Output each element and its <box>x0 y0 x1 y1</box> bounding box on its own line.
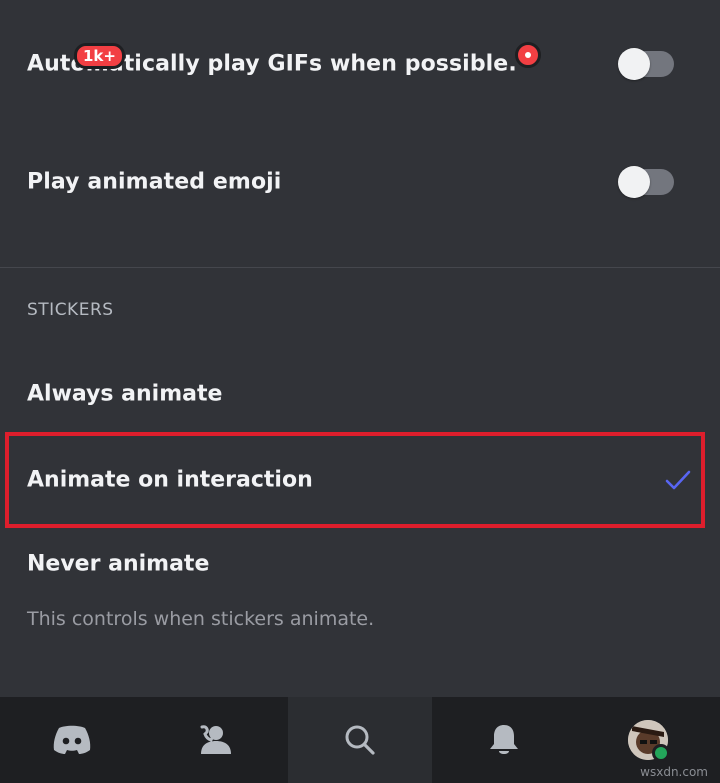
option-label: Animate on interaction <box>27 467 313 493</box>
discord-home-icon <box>53 725 91 754</box>
option-always-animate[interactable]: Always animate <box>0 354 720 434</box>
checkmark-icon <box>665 470 691 490</box>
option-label: Always animate <box>27 381 223 407</box>
watermark-text: wsxdn.com <box>640 765 708 779</box>
notifications-bell-icon <box>490 725 518 754</box>
animated-emoji-label: Play animated emoji <box>27 169 282 195</box>
nav-notifications[interactable] <box>432 697 576 783</box>
gifs-autoplay-toggle[interactable] <box>618 48 674 80</box>
stickers-section-header: STICKERS <box>27 300 114 320</box>
nav-search[interactable] <box>288 697 432 783</box>
animated-emoji-row[interactable]: Play animated emoji <box>0 123 720 241</box>
stickers-helper-text: This controls when stickers animate. <box>27 608 375 630</box>
mentions-badge: 1k+ <box>74 43 125 69</box>
search-icon <box>345 725 375 755</box>
notification-badge-dot <box>515 42 541 68</box>
section-divider <box>0 267 720 268</box>
option-label: Never animate <box>27 551 210 577</box>
friends-icon <box>200 725 231 754</box>
bottom-navbar <box>0 697 720 783</box>
animated-emoji-toggle[interactable] <box>618 166 674 198</box>
nav-friends[interactable] <box>144 697 288 783</box>
nav-home[interactable] <box>0 697 144 783</box>
toggle-knob <box>618 48 650 80</box>
toggle-knob <box>618 166 650 198</box>
option-animate-on-interaction[interactable]: Animate on interaction <box>0 440 720 520</box>
online-status-dot <box>652 744 670 762</box>
settings-panel: Automatically play GIFs when possible. P… <box>0 0 720 697</box>
option-never-animate[interactable]: Never animate <box>0 524 720 604</box>
